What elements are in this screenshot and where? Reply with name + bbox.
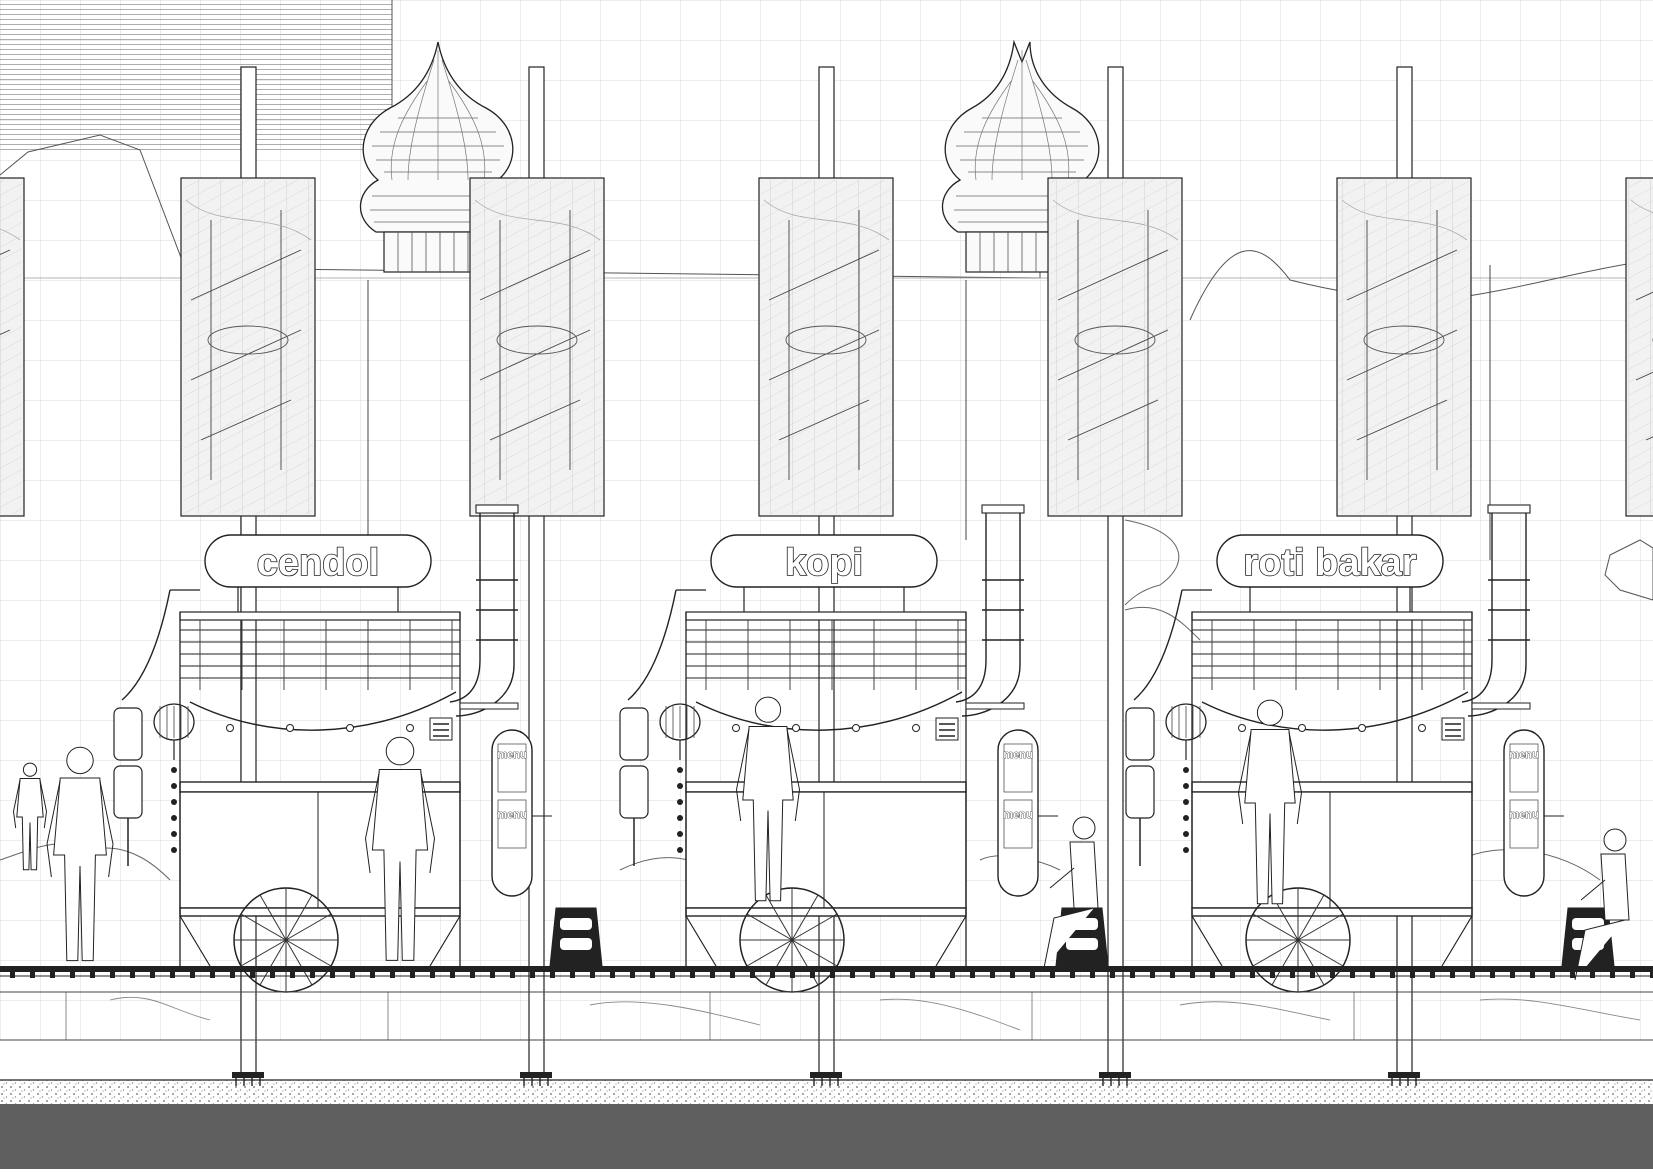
banner-panel bbox=[0, 177, 25, 517]
road bbox=[0, 1104, 1653, 1169]
menu-label: menu bbox=[497, 749, 526, 761]
menu-label: menu bbox=[1509, 749, 1538, 761]
banner-panel bbox=[1047, 177, 1183, 517]
banner-panel bbox=[758, 177, 894, 517]
gravel-strip bbox=[0, 1080, 1653, 1104]
hatched-building bbox=[0, 0, 392, 150]
menu-label: menu bbox=[497, 809, 526, 821]
menu-label: menu bbox=[1003, 809, 1032, 821]
banner-panels bbox=[0, 177, 1653, 517]
banner-panel bbox=[1336, 177, 1472, 517]
banner-panel bbox=[1625, 177, 1653, 517]
stall-name-label: kopi bbox=[785, 542, 863, 584]
banner-panel bbox=[469, 177, 605, 517]
stall-name-label: cendol bbox=[257, 542, 379, 584]
menu-label: menu bbox=[1003, 749, 1032, 761]
banner-panel bbox=[180, 177, 316, 517]
elevation-svg: cendol menu menu kopi menu menu roti bakar menu… bbox=[0, 0, 1653, 1169]
plastic-stool bbox=[549, 907, 603, 967]
menu-label: menu bbox=[1509, 809, 1538, 821]
stall-name-label: roti bakar bbox=[1243, 542, 1416, 584]
street-elevation-drawing: cendol menu menu kopi menu menu roti bakar menu… bbox=[0, 0, 1653, 1169]
